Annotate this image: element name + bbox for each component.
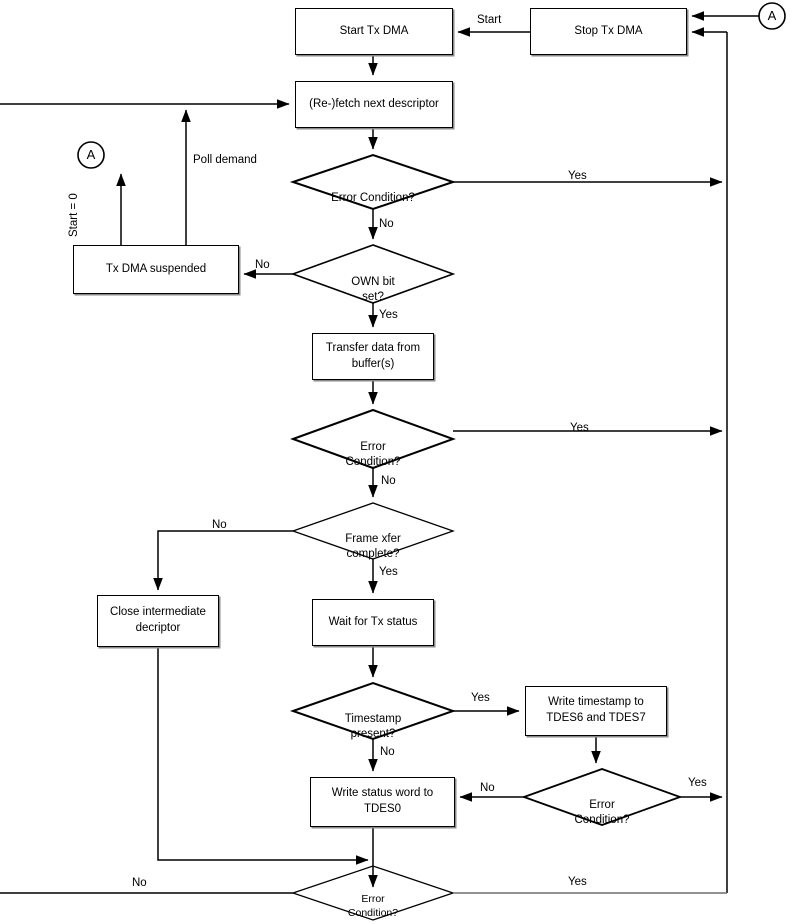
edge-label-err1-yes-text: Yes [568, 170, 587, 182]
edge-label-err2-no-text: No [381, 475, 396, 487]
edge-frame-no [153, 530, 293, 591]
edge-label-timestamp-no: No [380, 746, 395, 758]
edge-label-frame-no: No [212, 519, 227, 531]
connector-a-left-label: A [86, 147, 96, 162]
flowchart-canvas: Start Tx DMA Stop Tx DMA (Re-)fetch next… [0, 0, 790, 924]
edge-label-own-no-text: No [255, 259, 270, 271]
node-write-timestamp-label: Write timestamp to TDES6 and TDES7 [546, 696, 646, 724]
edge-label-own-yes: Yes [379, 309, 398, 321]
shape-own-bit-set [290, 244, 456, 304]
node-tx-dma-suspended[interactable]: Tx DMA suspended [73, 245, 239, 294]
node-tx-dma-suspended-label: Tx DMA suspended [105, 262, 207, 275]
edge-label-err3-yes: Yes [688, 777, 707, 789]
connector-a-left[interactable]: A [78, 147, 104, 163]
shape-timestamp-present [289, 681, 457, 741]
node-wait-tx-status[interactable]: Wait for Tx status [312, 599, 434, 646]
edge-label-err2-no: No [381, 475, 396, 487]
node-write-status-word-label: Write status word to TDES0 [331, 787, 434, 815]
edge-label-poll-demand: Poll demand [193, 154, 257, 166]
node-refetch-descriptor[interactable]: (Re-)fetch next descriptor [295, 81, 453, 128]
shape-error-condition-1 [289, 153, 457, 211]
edge-label-start: Start [477, 14, 501, 26]
node-write-status-word[interactable]: Write status word to TDES0 [310, 777, 455, 827]
shape-error-condition-3 [521, 768, 683, 826]
edge-label-err1-yes: Yes [568, 170, 587, 182]
edge-label-err4-no-text: No [132, 877, 147, 889]
edge-label-err3-no-text: No [480, 782, 495, 794]
shape-frame-xfer-complete [291, 502, 455, 560]
connector-a-top[interactable]: A [759, 8, 785, 24]
edge-label-err1-no-text: No [379, 218, 394, 230]
shape-error-condition-2 [290, 408, 456, 470]
edge-label-own-no: No [255, 259, 270, 271]
node-start-tx-dma[interactable]: Start Tx DMA [295, 8, 453, 55]
node-stop-tx-dma-label: Stop Tx DMA [574, 24, 643, 37]
node-transfer-data-label: Transfer data from buffer(s) [325, 341, 421, 370]
edge-label-err3-no: No [480, 782, 495, 794]
edge-label-err2-yes-text: Yes [570, 422, 589, 434]
edge-label-own-yes-text: Yes [379, 309, 398, 321]
edge-label-start-zero: Start = 0 [68, 193, 80, 237]
edge-label-poll-demand-text: Poll demand [193, 154, 257, 166]
edge-label-start-text: Start [477, 14, 502, 26]
connector-a-top-label: A [767, 8, 777, 23]
edge-close-to-bottom [157, 648, 369, 865]
node-write-timestamp[interactable]: Write timestamp to TDES6 and TDES7 [525, 686, 667, 736]
node-refetch-descriptor-label: (Re-)fetch next descriptor [309, 97, 439, 110]
node-stop-tx-dma[interactable]: Stop Tx DMA [530, 8, 687, 55]
edge-label-err3-yes-text: Yes [688, 777, 707, 789]
edge-label-frame-yes-text: Yes [379, 566, 398, 578]
edge-label-err4-yes-text: Yes [568, 876, 587, 888]
edge-label-frame-yes: Yes [379, 566, 398, 578]
edge-label-timestamp-yes-text: Yes [471, 692, 490, 704]
node-close-intermediate-descriptor-label: Close intermediate decriptor [110, 606, 206, 634]
node-wait-tx-status-label: Wait for Tx status [328, 615, 418, 628]
node-transfer-data[interactable]: Transfer data from buffer(s) [312, 333, 434, 380]
node-close-intermediate-descriptor[interactable]: Close intermediate decriptor [97, 595, 219, 647]
edge-label-err2-yes: Yes [570, 422, 589, 434]
edge-label-frame-no-text: No [212, 519, 227, 531]
edge-label-err1-no: No [379, 218, 394, 230]
node-start-tx-dma-label: Start Tx DMA [339, 24, 409, 37]
edge-label-err4-no: No [132, 877, 147, 889]
edge-label-err4-yes: Yes [568, 876, 587, 888]
edge-label-start-zero-text: Start = 0 [68, 193, 80, 237]
edge-label-timestamp-yes: Yes [471, 692, 490, 704]
edge-label-timestamp-no-text: No [380, 746, 395, 758]
